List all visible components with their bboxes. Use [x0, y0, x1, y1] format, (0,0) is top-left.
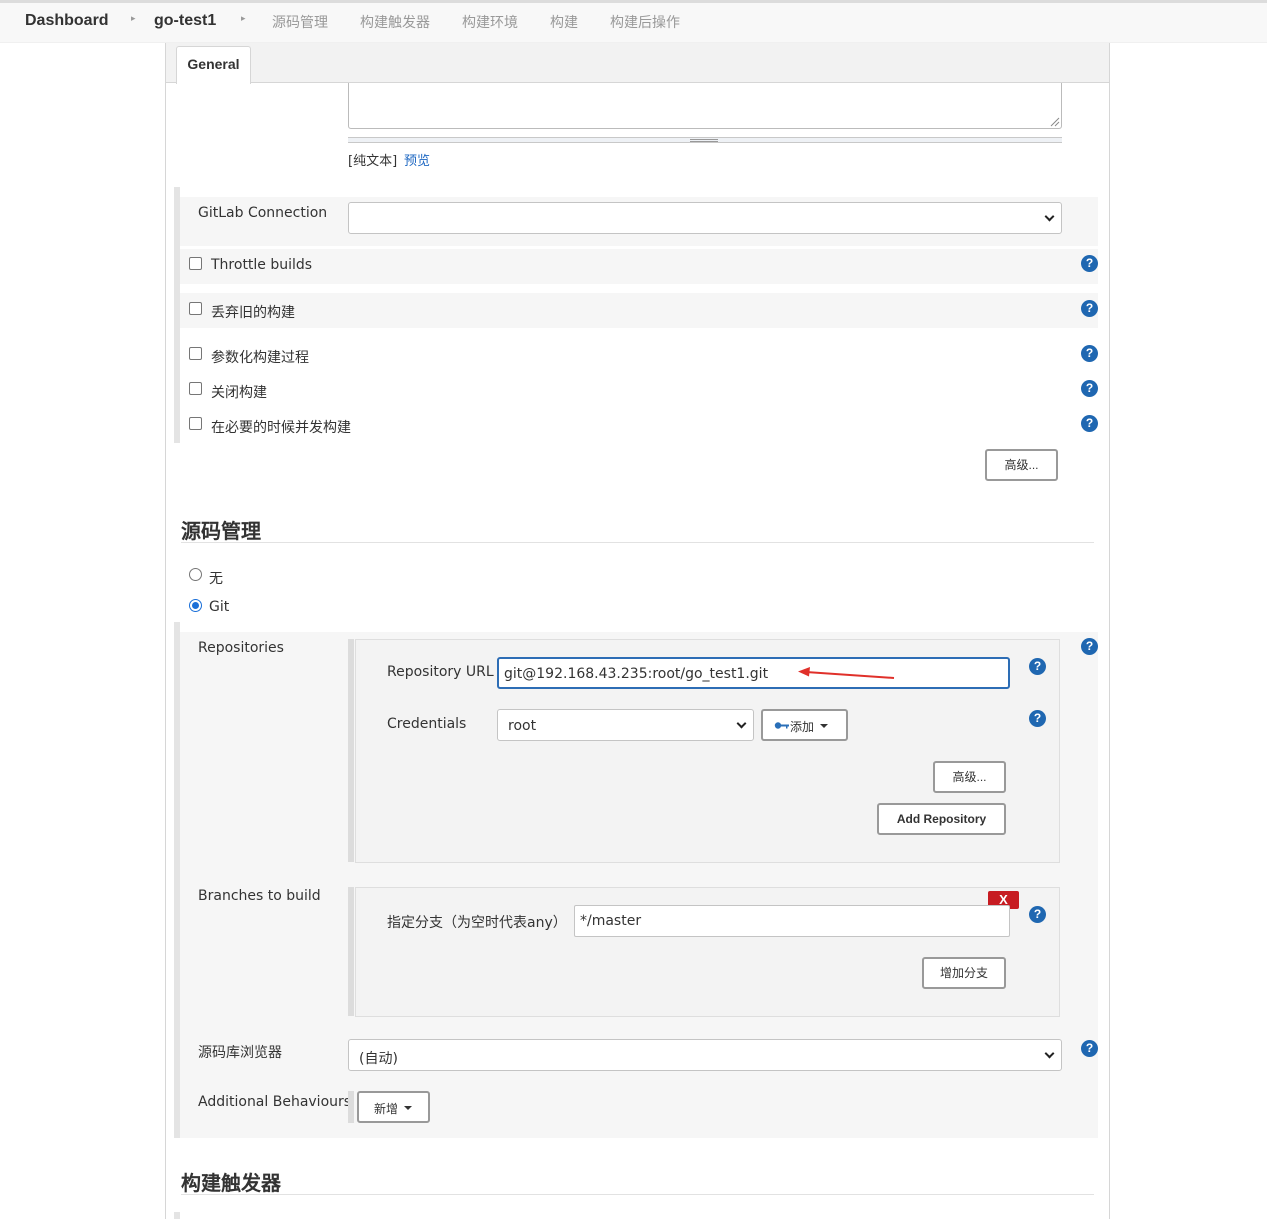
repository-url-input[interactable]: git@192.168.43.235:root/go_test1.git [497, 657, 1010, 689]
repository-browser-label: 源码库浏览器 [198, 1045, 282, 1061]
help-icon[interactable]: ? [1081, 1040, 1098, 1057]
caret-down-icon [404, 1106, 412, 1110]
help-icon[interactable]: ? [1081, 638, 1098, 655]
description-textarea[interactable] [348, 83, 1062, 129]
help-icon[interactable]: ? [1081, 255, 1098, 272]
breadcrumb-job[interactable]: go-test1 [154, 12, 216, 30]
throttle-row [180, 249, 1098, 284]
tab-triggers[interactable]: 构建触发器 [360, 12, 430, 32]
caret-down-icon [820, 724, 828, 728]
add-credentials-label: 添加 [790, 720, 815, 734]
additional-behaviours-label: Additional Behaviours [198, 1094, 352, 1110]
breadcrumb-separator-icon[interactable]: ▸ [131, 14, 136, 24]
credentials-label: Credentials [387, 716, 467, 732]
help-icon[interactable]: ? [1029, 710, 1046, 727]
branch-specifier-input[interactable]: */master [574, 905, 1010, 937]
preview-link[interactable]: 预览 [404, 150, 430, 169]
repositories-label: Repositories [198, 640, 284, 656]
parameterized-label: 参数化构建过程 [211, 350, 309, 366]
add-branch-button[interactable]: 增加分支 [922, 957, 1006, 989]
scm-git-label: Git [209, 599, 230, 615]
tab-bar [166, 43, 1109, 83]
parameterized-checkbox[interactable] [189, 347, 202, 360]
discard-old-builds-label: 丢弃旧的构建 [211, 305, 295, 321]
triggers-section-title: 构建触发器 [181, 1171, 281, 1195]
tab-build[interactable]: 构建 [550, 12, 578, 32]
section-divider [181, 542, 1094, 543]
repository-advanced-button[interactable]: 高级... [933, 761, 1006, 793]
plain-text-label: [纯文本] [348, 154, 398, 169]
scm-section-title: 源码管理 [181, 519, 261, 543]
branch-specifier-label: 指定分支（为空时代表any） [387, 915, 567, 931]
general-advanced-button[interactable]: 高级... [985, 449, 1058, 481]
credentials-select[interactable]: root [497, 709, 754, 741]
repository-browser-select[interactable]: (自动) [348, 1039, 1062, 1071]
section-divider [181, 1194, 1094, 1195]
chevron-down-icon [1044, 211, 1055, 222]
concurrent-build-label: 在必要的时候并发构建 [211, 420, 351, 436]
disable-build-checkbox[interactable] [189, 382, 202, 395]
throttle-label: Throttle builds [211, 257, 313, 273]
add-behaviour-button[interactable]: 新增 [357, 1091, 430, 1123]
branch-specifier-value: */master [580, 913, 642, 929]
tab-post-build[interactable]: 构建后操作 [610, 12, 680, 32]
throttle-checkbox[interactable] [189, 257, 202, 270]
nested-bar [348, 887, 354, 1016]
nested-bar [348, 639, 354, 862]
grip-icon [690, 139, 718, 142]
add-repository-button[interactable]: Add Repository [877, 803, 1006, 835]
gitlab-connection-select[interactable] [348, 202, 1062, 234]
chevron-down-icon [1044, 1048, 1055, 1059]
key-icon [774, 722, 789, 729]
breadcrumb-separator-icon[interactable]: ▸ [241, 14, 246, 24]
resize-grip-icon[interactable] [1050, 117, 1060, 127]
discard-row [180, 293, 1098, 328]
scm-git-radio[interactable] [189, 599, 202, 612]
add-behaviour-label: 新增 [374, 1102, 399, 1116]
scm-none-label: 无 [209, 571, 223, 587]
repository-url-value: git@192.168.43.235:root/go_test1.git [504, 666, 769, 682]
credentials-value: root [508, 718, 537, 734]
chevron-down-icon [736, 718, 747, 729]
gitlab-connection-label: GitLab Connection [198, 205, 328, 221]
help-icon[interactable]: ? [1081, 345, 1098, 362]
help-icon[interactable]: ? [1081, 300, 1098, 317]
discard-old-builds-checkbox[interactable] [189, 302, 202, 315]
disable-build-label: 关闭构建 [211, 385, 267, 401]
tab-general[interactable]: General [176, 46, 251, 84]
tab-build-env[interactable]: 构建环境 [462, 12, 518, 32]
section-bar [174, 1212, 180, 1219]
repository-url-label: Repository URL [387, 664, 494, 680]
help-icon[interactable]: ? [1081, 380, 1098, 397]
branches-label: Branches to build [198, 888, 321, 904]
nested-bar [348, 1091, 354, 1123]
breadcrumb-dashboard[interactable]: Dashboard [25, 12, 109, 30]
add-credentials-button[interactable]: 添加 [761, 709, 848, 741]
repository-browser-value: (自动) [359, 1051, 398, 1067]
concurrent-build-checkbox[interactable] [189, 417, 202, 430]
tab-scm[interactable]: 源码管理 [272, 12, 328, 32]
annotation-arrow-icon [798, 667, 895, 679]
scm-none-radio[interactable] [189, 568, 202, 581]
help-icon[interactable]: ? [1029, 906, 1046, 923]
help-icon[interactable]: ? [1081, 415, 1098, 432]
help-icon[interactable]: ? [1029, 658, 1046, 675]
